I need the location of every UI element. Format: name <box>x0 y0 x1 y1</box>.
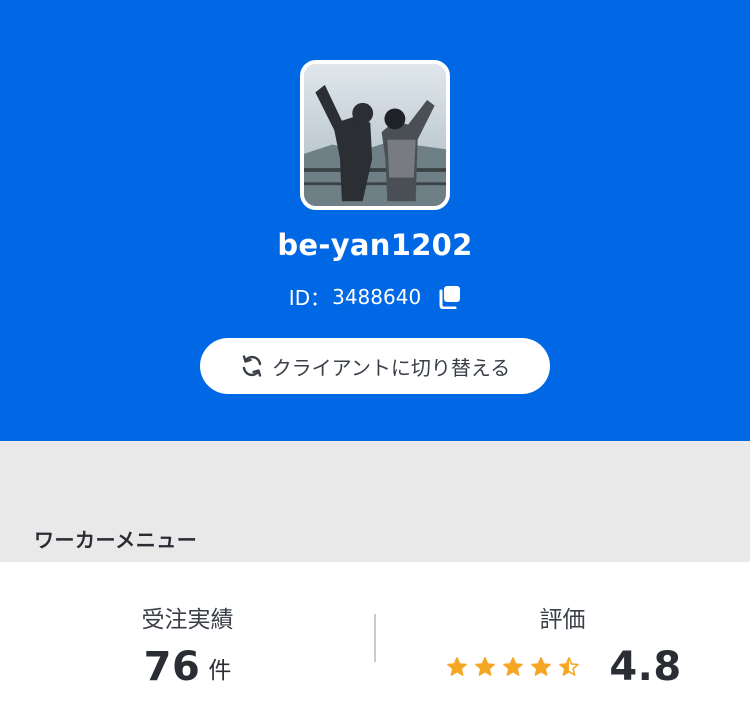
star-full-icon <box>475 657 496 676</box>
star-full-icon <box>447 657 468 676</box>
switch-to-client-button[interactable]: クライアントに切り替える <box>200 338 550 394</box>
rating-score: 4.8 <box>609 644 682 690</box>
avatar[interactable] <box>300 60 450 210</box>
profile-header: be-yan1202 ID： 3488640 クライアントに切り替える <box>0 0 750 441</box>
star-full-icon <box>531 657 552 676</box>
orders-count: 76 <box>143 644 201 690</box>
id-value: 3488640 <box>332 284 422 309</box>
copy-icon[interactable] <box>437 285 461 309</box>
stats-panel: 受注実績 76 件 評価 4.8 <box>0 562 750 712</box>
rating-stat[interactable]: 評価 4.8 <box>375 562 750 712</box>
star-half-icon <box>559 657 580 676</box>
user-id-row: ID： 3488640 <box>0 282 750 311</box>
rating-label: 評価 <box>539 607 586 633</box>
username: be-yan1202 <box>277 228 473 262</box>
id-label: ID： <box>288 286 331 310</box>
profile-photo <box>304 64 446 206</box>
orders-value-row: 76 件 <box>0 644 375 690</box>
switch-button-label: クライアントに切り替える <box>271 355 511 380</box>
star-full-icon <box>503 657 524 676</box>
rating-stars <box>443 657 583 677</box>
orders-unit: 件 <box>208 658 232 684</box>
orders-label: 受注実績 <box>141 607 234 633</box>
orders-stat[interactable]: 受注実績 76 件 <box>0 562 375 712</box>
refresh-icon <box>240 354 264 378</box>
section-title: ワーカーメニュー <box>34 528 198 552</box>
rating-value-row: 4.8 <box>375 644 750 690</box>
